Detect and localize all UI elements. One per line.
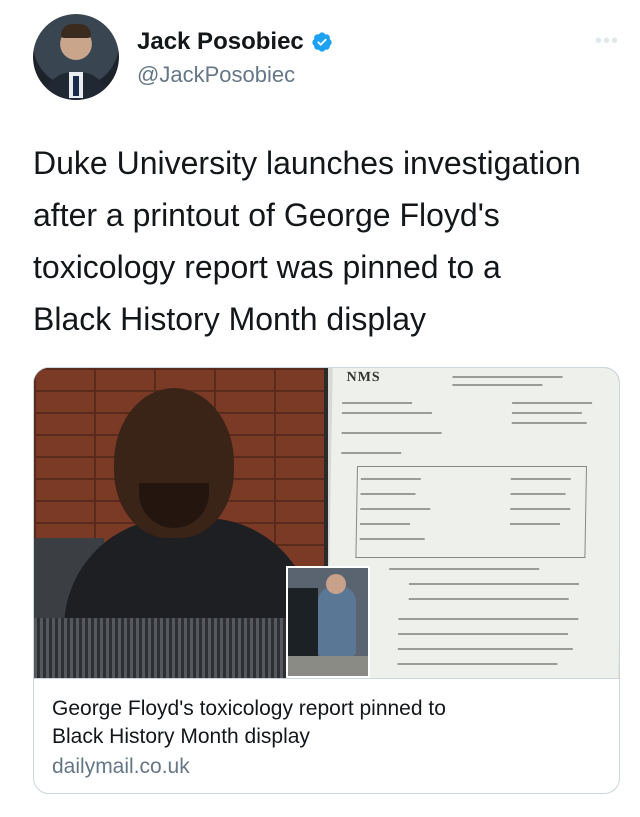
link-card-image[interactable]: NMS — [34, 368, 619, 678]
document-line — [511, 412, 582, 414]
document-line — [397, 648, 573, 650]
document-line — [397, 663, 558, 665]
document-line — [359, 523, 410, 525]
tweet-header: Jack Posobiec @JackPosobiec ••• — [33, 14, 623, 104]
document-line — [389, 568, 540, 570]
link-card-title-line: Black History Month display — [52, 725, 310, 748]
document-line — [452, 384, 543, 386]
verified-badge-icon — [312, 32, 332, 52]
document-line — [341, 452, 402, 454]
link-card-body[interactable]: George Floyd's toxicology report pinned … — [34, 678, 619, 793]
document-logo: NMS — [346, 370, 381, 385]
document-line — [509, 523, 560, 525]
tweet-text: Duke University launches investigation a… — [33, 137, 623, 345]
link-card-domain[interactable]: dailymail.co.uk — [52, 752, 603, 782]
inset-arrest-photo — [286, 566, 370, 678]
tweet-text-line: toxicology report was pinned to a — [33, 249, 501, 285]
inset-officer-head — [326, 574, 346, 594]
avatar-hair — [61, 24, 91, 38]
document-line — [360, 478, 421, 480]
document-line — [510, 493, 566, 495]
document-line — [341, 412, 432, 414]
document-line — [398, 633, 569, 635]
photo-hoodie-pattern — [34, 618, 324, 678]
link-preview-card[interactable]: NMS George Floyd's toxicology report pin… — [33, 367, 620, 794]
link-card-title[interactable]: George Floyd's toxicology report pinned … — [52, 695, 603, 751]
document-line — [510, 508, 571, 510]
tweet-text-line: Black History Month display — [33, 301, 427, 337]
document-line — [360, 508, 431, 510]
author-display-name[interactable]: Jack Posobiec — [137, 28, 304, 56]
inset-officer — [318, 586, 356, 656]
avatar-tie — [73, 76, 79, 96]
document-line — [512, 402, 593, 404]
portrait-photo — [34, 368, 324, 678]
document-line — [342, 402, 413, 404]
avatar[interactable] — [33, 14, 119, 100]
document-line — [341, 432, 442, 434]
document-sheet: NMS — [327, 368, 619, 678]
document-line — [510, 478, 571, 480]
document-line — [398, 618, 579, 620]
more-dots-icon[interactable]: ••• — [595, 30, 619, 53]
document-line — [452, 376, 563, 378]
inset-ground — [288, 656, 368, 676]
author-name-row: Jack Posobiec — [137, 28, 333, 56]
document-line — [511, 422, 587, 424]
tweet-text-line: after a printout of George Floyd's — [33, 197, 500, 233]
document-line — [408, 598, 569, 600]
document-line — [360, 493, 416, 495]
link-card-title-line: George Floyd's toxicology report pinned … — [52, 697, 446, 720]
toxicology-document-photo: NMS — [327, 368, 619, 678]
tweet-text-line: Duke University launches investigation — [33, 145, 581, 181]
document-line — [359, 538, 425, 540]
author-handle[interactable]: @JackPosobiec — [137, 62, 295, 88]
document-line — [408, 583, 579, 585]
